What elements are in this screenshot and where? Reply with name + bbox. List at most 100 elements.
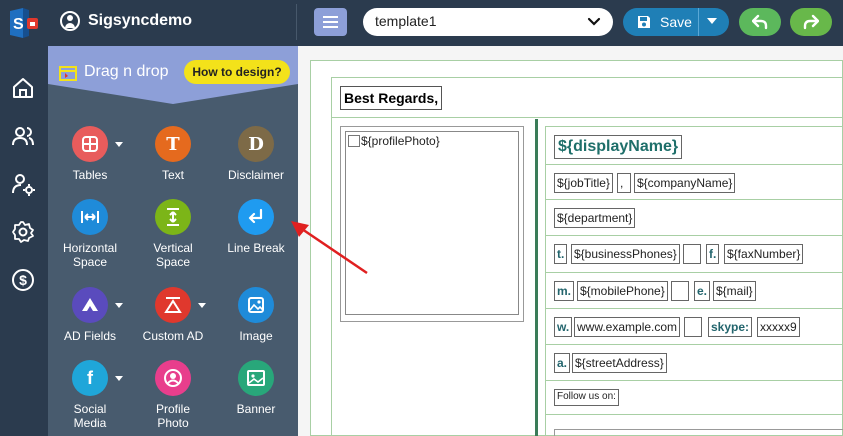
app-logo-icon[interactable]: S — [7, 8, 39, 38]
tool-disclaimer[interactable]: D Disclaimer — [214, 126, 298, 206]
signature-template: Best Regards, ${profilePhoto} ${displayN… — [310, 60, 843, 436]
phone-row: t. ${businessPhones} f. ${faxNumber} — [546, 236, 843, 273]
user-avatar-icon — [60, 11, 80, 31]
users-icon[interactable] — [11, 124, 35, 148]
tool-vertical-space[interactable]: Vertical Space — [131, 199, 215, 279]
mobile-phone-field[interactable]: ${mobilePhone} — [577, 281, 668, 301]
title-row: ${jobTitle} , ${companyName} — [546, 165, 843, 200]
template-select[interactable]: template1 — [363, 8, 613, 36]
save-button-label: Save — [660, 14, 692, 30]
skype-label[interactable]: skype: — [708, 317, 753, 337]
drag-n-drop-panel: Drag n drop How to design? Tables T Text D D… — [48, 46, 298, 436]
web-prefix[interactable]: w. — [554, 317, 573, 337]
email-prefix[interactable]: e. — [694, 281, 711, 301]
home-icon[interactable] — [11, 76, 35, 100]
custom-ad-icon — [155, 287, 191, 323]
follow-row: Follow us on: — [546, 381, 843, 415]
tool-label: Tables — [72, 168, 108, 182]
empty-cell[interactable] — [684, 317, 702, 337]
tool-ad-fields[interactable]: AD Fields — [48, 287, 132, 367]
billing-dollar-icon[interactable]: $ — [11, 268, 35, 292]
address-prefix[interactable]: a. — [554, 353, 571, 373]
ad-fields-icon — [72, 287, 108, 323]
phone-prefix[interactable]: t. — [554, 244, 568, 264]
svg-text:S: S — [13, 16, 24, 33]
regards-text[interactable]: Best Regards, — [340, 86, 443, 110]
empty-cell[interactable] — [671, 281, 689, 301]
chevron-down-icon — [587, 17, 601, 26]
job-title-field[interactable]: ${jobTitle} — [554, 173, 613, 193]
business-phones-field[interactable]: ${businessPhones} — [571, 244, 680, 264]
info-cell: ${displayName} ${jobTitle} , ${companyNa… — [545, 126, 843, 436]
website-field[interactable]: www.example.com — [574, 317, 681, 337]
mobile-prefix[interactable]: m. — [554, 281, 575, 301]
panel-title: Drag n drop — [84, 63, 169, 80]
mobile-row: m. ${mobilePhone} e. ${mail} — [546, 273, 843, 309]
save-button[interactable]: Save — [623, 8, 729, 36]
banner-icon — [238, 360, 274, 396]
tool-banner[interactable]: Banner — [214, 360, 298, 436]
tool-label: Banner — [236, 402, 276, 416]
broken-image-icon — [348, 135, 360, 147]
name-row: ${displayName} — [546, 127, 843, 165]
street-address-field[interactable]: ${streetAddress} — [572, 353, 667, 373]
profile-photo-alt: ${profilePhoto} — [361, 134, 440, 148]
tool-horizontal-space[interactable]: Horizontal Space — [48, 199, 132, 279]
web-row: w. www.example.com skype: xxxxx9 — [546, 309, 843, 345]
dropdown-caret-icon[interactable] — [115, 376, 123, 381]
app-name: Sigsyncdemo — [88, 12, 193, 29]
dropdown-caret-icon[interactable] — [115, 303, 123, 308]
how-to-design-button[interactable]: How to design? — [184, 60, 290, 84]
undo-icon — [752, 14, 768, 30]
tool-label: Profile Photo — [155, 402, 190, 430]
annotation-arrow-icon — [291, 221, 368, 275]
company-name-field[interactable]: ${companyName} — [634, 173, 736, 193]
undo-button[interactable] — [739, 8, 781, 36]
tool-social-media[interactable]: f Social Media — [48, 360, 132, 436]
mail-field[interactable]: ${mail} — [713, 281, 756, 301]
tool-label: Disclaimer — [227, 168, 284, 182]
dropdown-caret-icon[interactable] — [198, 303, 206, 308]
tool-label: Custom AD — [142, 329, 204, 343]
horizontal-space-icon — [72, 199, 108, 235]
tool-table[interactable]: Tables — [48, 126, 132, 206]
social-media-icon: f — [72, 360, 108, 396]
skype-value[interactable]: xxxxx9 — [757, 317, 800, 337]
tool-custom-ad[interactable]: Custom AD — [131, 287, 215, 367]
template-select-value: template1 — [375, 13, 437, 29]
signature-table: Best Regards, ${profilePhoto} ${displayN… — [331, 77, 843, 436]
settings-gear-icon[interactable] — [11, 220, 35, 244]
empty-cell[interactable] — [683, 244, 701, 264]
dropdown-caret-icon[interactable] — [115, 142, 123, 147]
header-divider — [296, 4, 297, 40]
tool-text[interactable]: T Text — [131, 126, 215, 206]
save-disk-icon — [638, 16, 650, 28]
redo-button[interactable] — [790, 8, 832, 36]
image-icon — [238, 287, 274, 323]
text-icon: T — [155, 126, 191, 162]
fax-prefix[interactable]: f. — [706, 244, 720, 264]
tool-label: Text — [161, 168, 184, 182]
regards-row: Best Regards, — [332, 78, 843, 118]
svg-text:$: $ — [19, 272, 27, 288]
profile-photo-icon — [155, 360, 191, 396]
redo-icon — [803, 14, 819, 30]
follow-us-label[interactable]: Follow us on: — [554, 389, 619, 406]
line-break-icon — [238, 199, 274, 235]
hamburger-menu-button[interactable] — [314, 8, 347, 36]
table-icon — [72, 126, 108, 162]
department-field[interactable]: ${department} — [554, 208, 636, 228]
display-name-field[interactable]: ${displayName} — [554, 135, 683, 159]
column-divider — [535, 119, 538, 436]
tool-label: Horizontal Space — [62, 241, 118, 269]
drag-drop-icon — [59, 66, 77, 81]
user-settings-icon[interactable] — [11, 172, 35, 196]
tool-profile-photo[interactable]: Profile Photo — [131, 360, 215, 436]
social-icons-row — [554, 429, 843, 436]
save-options-caret-icon[interactable] — [707, 18, 717, 24]
fax-number-field[interactable]: ${faxNumber} — [724, 244, 804, 264]
top-bar: S Sigsyncdemo template1 Save — [0, 0, 843, 46]
user-menu[interactable]: Sigsyncdemo — [60, 9, 192, 33]
tool-image[interactable]: Image — [214, 287, 298, 367]
comma-text[interactable]: , — [617, 173, 631, 193]
